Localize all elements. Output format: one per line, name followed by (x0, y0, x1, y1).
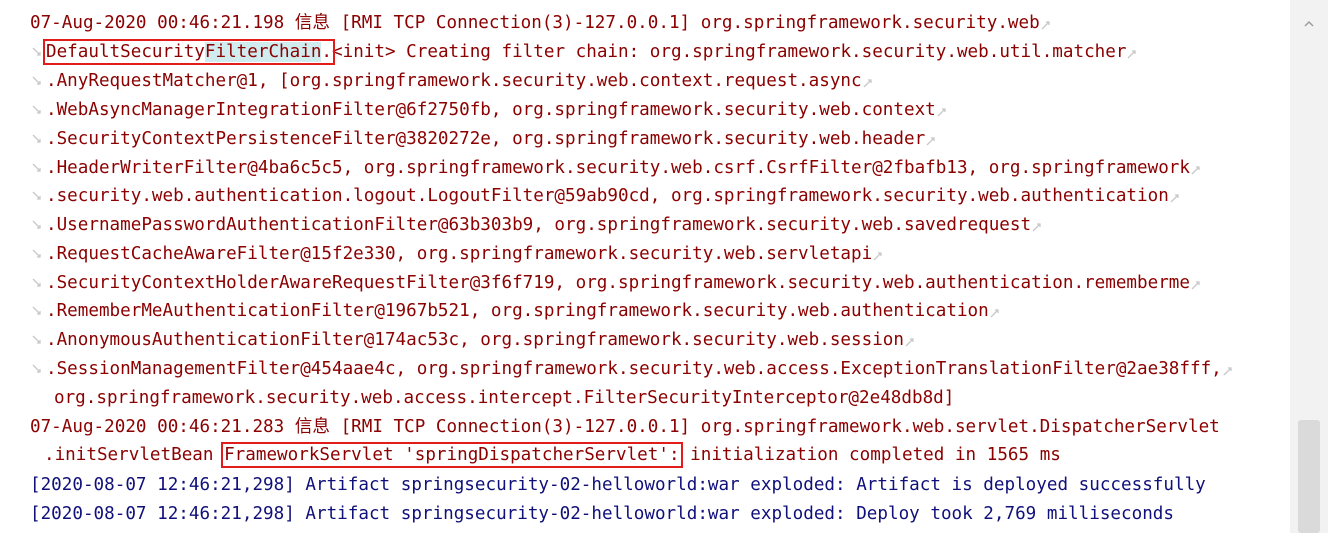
log-line: [2020-08-07 12:46:21,298] Artifact sprin… (30, 504, 1174, 524)
wrap-arrow-icon (1190, 162, 1202, 176)
log-line: .AnyRequestMatcher@1, [org.springframewo… (30, 68, 874, 94)
wrap-continuation-icon (30, 186, 46, 200)
wrap-arrow-icon (1031, 219, 1043, 233)
wrap-continuation-icon (30, 244, 46, 258)
wrap-continuation-icon (30, 100, 46, 114)
log-line-partial: . . . . . . . . . . . . . . . . . . . . … (30, 0, 506, 8)
log-line: .SecurityContextHolderAwareRequestFilter… (30, 270, 1202, 296)
log-line: [2020-08-07 12:46:21,298] Artifact sprin… (30, 475, 1206, 495)
wrap-arrow-icon (925, 133, 937, 147)
wrap-continuation-icon (30, 158, 46, 172)
log-line: .AnonymousAuthenticationFilter@174ac53c,… (30, 327, 916, 353)
scrollbar-thumb[interactable] (1298, 420, 1320, 533)
wrap-continuation-icon (30, 71, 46, 85)
framework-servlet-highlight: FrameworkServlet 'springDispatcherServle… (221, 442, 683, 468)
log-line: DefaultSecurityFilterChain.<init> Creati… (30, 39, 1138, 65)
wrap-arrow-icon (936, 104, 948, 118)
log-line: 07-Aug-2020 00:46:21.283 信息 [RMI TCP Con… (30, 417, 1220, 437)
wrap-continuation-icon (30, 301, 46, 315)
wrap-arrow-icon (1169, 190, 1181, 204)
wrap-arrow-icon (872, 248, 884, 262)
log-line: 07-Aug-2020 00:46:21.198 信息 [RMI TCP Con… (30, 10, 1052, 36)
console-output[interactable]: . . . . . . . . . . . . . . . . . . . . … (0, 0, 1290, 533)
log-line: .WebAsyncManagerIntegrationFilter@6f2750… (30, 97, 948, 123)
vertical-scrollbar[interactable] (1290, 0, 1328, 533)
log-line: .RememberMeAuthenticationFilter@1967b521… (30, 298, 1001, 324)
log-line: .SessionManagementFilter@454aae4c, org.s… (30, 356, 1234, 382)
log-line: .security.web.authentication.logout.Logo… (30, 183, 1181, 209)
wrap-continuation-icon (30, 359, 46, 373)
wrap-arrow-icon (1222, 363, 1234, 377)
wrap-continuation-icon (30, 129, 46, 143)
wrap-continuation-icon (30, 330, 46, 344)
wrap-arrow-icon (1040, 17, 1052, 31)
log-line: org.springframework.security.web.access.… (54, 388, 955, 408)
wrap-arrow-icon (862, 75, 874, 89)
log-line: .RequestCacheAwareFilter@15f2e330, org.s… (30, 241, 884, 267)
log-line: .SecurityContextPersistenceFilter@382027… (30, 126, 937, 152)
wrap-continuation-icon (30, 215, 46, 229)
wrap-arrow-icon (989, 305, 1001, 319)
wrap-arrow-icon (904, 334, 916, 348)
log-line: .initServletBean FrameworkServlet 'sprin… (44, 442, 1061, 468)
scroll-up-arrow-icon[interactable] (1304, 14, 1314, 27)
wrap-continuation-icon (30, 42, 46, 56)
wrap-arrow-icon (1126, 46, 1138, 60)
wrap-continuation-icon (30, 273, 46, 287)
log-line: .HeaderWriterFilter@4ba6c5c5, org.spring… (30, 155, 1202, 181)
default-security-filter-chain-highlight: DefaultSecurityFilterChain. (42, 39, 336, 65)
log-line: .UsernamePasswordAuthenticationFilter@63… (30, 212, 1043, 238)
wrap-arrow-icon (1190, 277, 1202, 291)
